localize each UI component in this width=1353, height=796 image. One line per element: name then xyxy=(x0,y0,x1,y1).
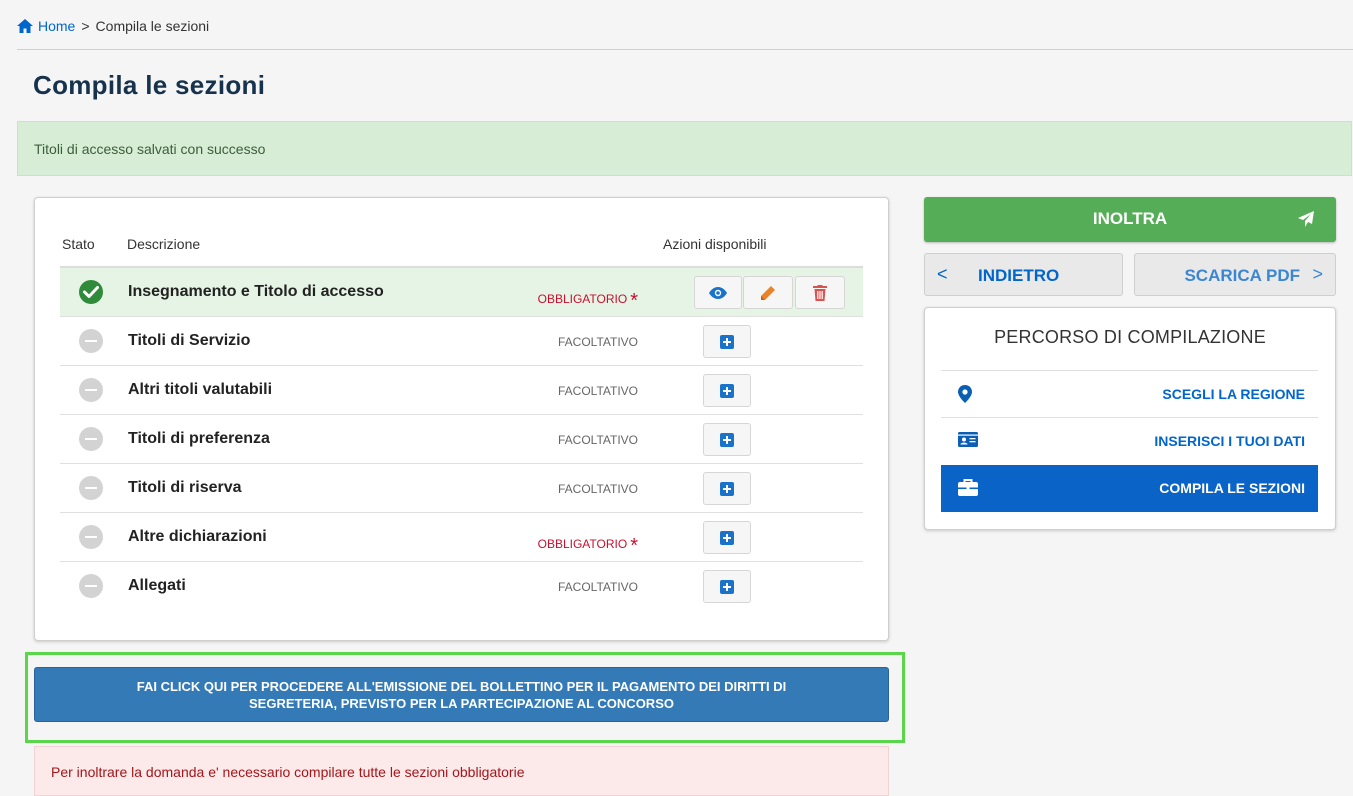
step-label: SCEGLI LA REGIONE xyxy=(1162,386,1305,402)
row-description: Titoli di riserva xyxy=(128,479,242,496)
add-button[interactable] xyxy=(703,374,751,407)
bollettino-button[interactable]: FAI CLICK QUI PER PROCEDERE ALL'EMISSION… xyxy=(34,667,889,722)
trash-icon xyxy=(813,284,827,301)
page-title: Compila le sezioni xyxy=(33,70,266,100)
breadcrumb-current: Compila le sezioni xyxy=(95,18,210,34)
eye-icon xyxy=(709,286,727,299)
plus-square-icon xyxy=(720,334,734,349)
row-description: Titoli di preferenza xyxy=(128,430,270,447)
id-card-icon xyxy=(958,432,978,447)
pending-status-icon xyxy=(79,427,103,451)
delete-button[interactable] xyxy=(795,276,845,309)
required-star-icon: * xyxy=(630,535,638,557)
chevron-right-icon: > xyxy=(1312,264,1323,284)
percorso-title: PERCORSO DI COMPILAZIONE xyxy=(994,327,1266,347)
requirement-badge: OBBLIGATORIO * xyxy=(537,290,638,312)
table-row: Altri titoli valutabili FACOLTATIVO xyxy=(60,366,863,415)
success-alert: Titoli di accesso salvati con successo xyxy=(17,121,1352,176)
sections-panel: Stato Descrizione Azioni disponibili Ins… xyxy=(34,197,889,641)
indietro-label: INDIETRO xyxy=(978,266,1060,285)
plus-square-icon xyxy=(720,383,734,398)
home-icon[interactable] xyxy=(17,19,33,33)
requirement-badge: FACOLTATIVO xyxy=(557,384,638,398)
requirement-badge: FACOLTATIVO xyxy=(557,433,638,447)
table-row: Allegati FACOLTATIVO xyxy=(60,562,863,611)
add-button[interactable] xyxy=(703,521,751,554)
table-row: Titoli di riserva FACOLTATIVO xyxy=(60,464,863,513)
pending-status-icon xyxy=(79,574,103,598)
map-marker-icon xyxy=(958,385,972,403)
percorso-panel: PERCORSO DI COMPILAZIONE SCEGLI LA REGIO… xyxy=(924,307,1336,530)
plus-square-icon xyxy=(720,481,734,496)
indietro-button[interactable]: < INDIETRO xyxy=(924,253,1123,296)
row-description: Altre dichiarazioni xyxy=(128,528,267,545)
requirement-badge: FACOLTATIVO xyxy=(557,482,638,496)
table-row: Titoli di Servizio FACOLTATIVO xyxy=(60,317,863,366)
step-compila-sezioni[interactable]: COMPILA LE SEZIONI xyxy=(941,465,1318,512)
step-label: INSERISCI I TUOI DATI xyxy=(1154,433,1305,449)
row-description: Altri titoli valutabili xyxy=(128,381,273,398)
chevron-left-icon: < xyxy=(937,264,948,284)
header-stato: Stato xyxy=(62,236,95,252)
add-button[interactable] xyxy=(703,570,751,603)
pending-status-icon xyxy=(79,329,103,353)
bollettino-line-1: FAI CLICK QUI PER PROCEDERE ALL'EMISSION… xyxy=(136,679,787,694)
required-star-icon: * xyxy=(630,290,638,312)
breadcrumb-home-link[interactable]: Home xyxy=(38,18,75,34)
breadcrumb: Home > Compila le sezioni xyxy=(17,10,1353,50)
row-description: Allegati xyxy=(128,577,186,594)
pending-status-icon xyxy=(79,476,103,500)
bollettino-line-2: SEGRETERIA, PREVISTO PER LA PARTECIPAZIO… xyxy=(249,696,674,711)
step-scegli-regione[interactable]: SCEGLI LA REGIONE xyxy=(941,370,1318,417)
inoltra-button[interactable]: INOLTRA xyxy=(924,197,1336,242)
paper-plane-icon xyxy=(1298,211,1314,227)
error-alert: Per inoltrare la domanda e' necessario c… xyxy=(34,746,889,796)
pencil-icon xyxy=(761,285,775,300)
step-label: COMPILA LE SEZIONI xyxy=(1159,480,1305,496)
add-button[interactable] xyxy=(703,472,751,505)
step-inserisci-dati[interactable]: INSERISCI I TUOI DATI xyxy=(941,417,1318,464)
table-row: Altre dichiarazioni OBBLIGATORIO * xyxy=(60,513,863,562)
plus-square-icon xyxy=(720,432,734,447)
scarica-pdf-label: SCARICA PDF xyxy=(1184,266,1300,285)
requirement-badge: OBBLIGATORIO * xyxy=(537,535,638,557)
row-description: Insegnamento e Titolo di accesso xyxy=(128,283,384,300)
add-button[interactable] xyxy=(703,325,751,358)
inoltra-label: INOLTRA xyxy=(1092,209,1168,228)
completed-check-icon xyxy=(79,280,103,304)
header-descrizione: Descrizione xyxy=(127,236,201,252)
row-description: Titoli di Servizio xyxy=(128,332,251,349)
pending-status-icon xyxy=(79,378,103,402)
edit-button[interactable] xyxy=(743,276,793,309)
pending-status-icon xyxy=(79,525,103,549)
add-button[interactable] xyxy=(703,423,751,456)
table-row: Insegnamento e Titolo di accesso OBBLIGA… xyxy=(60,268,863,317)
plus-square-icon xyxy=(720,579,734,594)
table-row: Titoli di preferenza FACOLTATIVO xyxy=(60,415,863,464)
briefcase-icon xyxy=(958,479,978,496)
requirement-badge: FACOLTATIVO xyxy=(557,335,638,349)
scarica-pdf-button[interactable]: SCARICA PDF > xyxy=(1134,253,1336,296)
plus-square-icon xyxy=(720,530,734,545)
breadcrumb-separator: > xyxy=(81,18,90,34)
requirement-badge: FACOLTATIVO xyxy=(557,580,638,594)
table-header: Stato Descrizione Azioni disponibili xyxy=(35,234,888,266)
header-azioni: Azioni disponibili xyxy=(663,236,767,252)
view-button[interactable] xyxy=(694,276,742,309)
